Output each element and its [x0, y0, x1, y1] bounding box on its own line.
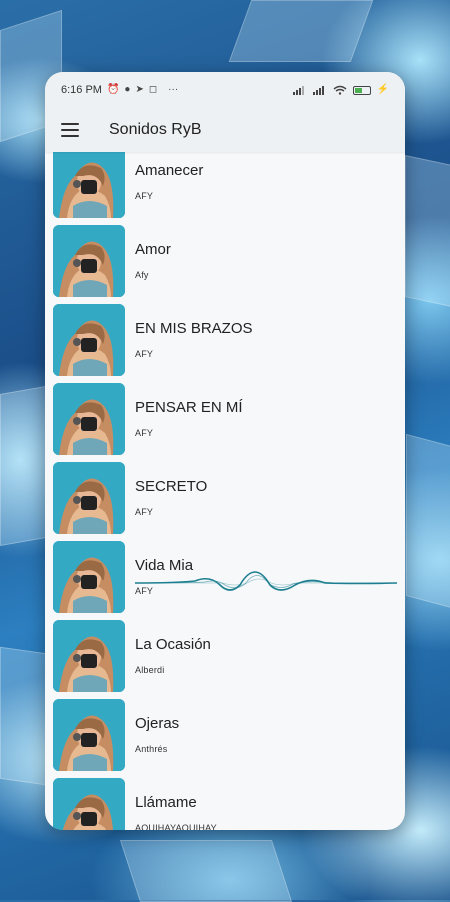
song-item[interactable]: Amanecer AFY: [45, 152, 405, 221]
charging-icon: ⚡: [376, 84, 389, 95]
song-title: Vida Mia: [135, 557, 194, 574]
signal-icon: [292, 86, 304, 95]
song-artist: Afy: [135, 270, 149, 280]
song-artist: AFY: [135, 428, 154, 438]
song-item[interactable]: Vida Mia AFY: [45, 537, 405, 616]
song-item[interactable]: Llámame AQUIHAYAQUIHAY: [45, 774, 405, 830]
alarm-icon: ⏰: [106, 84, 120, 95]
song-thumbnail: [53, 152, 125, 218]
chat-icon: ●: [124, 84, 131, 95]
song-artist: AQUIHAYAQUIHAY: [135, 823, 217, 830]
album-art: [53, 461, 125, 534]
album-art: [53, 152, 125, 218]
battery-icon: [352, 85, 371, 95]
menu-icon[interactable]: [61, 123, 79, 137]
song-thumbnail: [53, 303, 125, 376]
album-art: [53, 303, 125, 376]
song-item[interactable]: Ojeras Anthrés: [45, 695, 405, 774]
instagram-icon: ◻: [148, 84, 158, 95]
signal-icon: [312, 86, 324, 95]
album-art: [53, 382, 125, 455]
album-art: [53, 540, 125, 613]
phone-screen: 6:16 PM ⏰ ● ➤ ◻ ··· ⚡ Sonidos RyB Amanec…: [45, 72, 405, 830]
background-crystal: [0, 385, 46, 547]
song-thumbnail: [53, 540, 125, 613]
song-title: Llámame: [135, 794, 197, 811]
song-title: SECRETO: [135, 478, 208, 495]
song-artist: AFY: [135, 349, 154, 359]
telegram-icon: ➤: [135, 84, 144, 95]
app-bar: Sonidos RyB: [45, 108, 405, 152]
song-title: La Ocasión: [135, 636, 211, 653]
song-thumbnail: [53, 224, 125, 297]
song-title: Amanecer: [135, 162, 204, 179]
wifi-icon: [333, 85, 347, 95]
song-title: EN MIS BRAZOS: [135, 320, 253, 337]
song-list[interactable]: Amanecer AFY Amor Afy EN MIS BRAZOS AFY …: [45, 152, 405, 830]
song-title: PENSAR EN MÍ: [135, 399, 243, 416]
background-crystal: [119, 840, 293, 902]
song-thumbnail: [53, 698, 125, 771]
song-artist: AFY: [135, 586, 154, 596]
more-icon: ···: [168, 84, 179, 95]
song-thumbnail: [53, 777, 125, 830]
song-item[interactable]: SECRETO AFY: [45, 458, 405, 537]
album-art: [53, 619, 125, 692]
app-title: Sonidos RyB: [109, 121, 202, 138]
song-item[interactable]: PENSAR EN MÍ AFY: [45, 379, 405, 458]
song-thumbnail: [53, 382, 125, 455]
status-time: 6:16 PM: [61, 84, 102, 96]
song-title: Amor: [135, 241, 171, 258]
song-thumbnail: [53, 619, 125, 692]
song-item[interactable]: EN MIS BRAZOS AFY: [45, 300, 405, 379]
background-crystal: [405, 155, 450, 307]
song-artist: Alberdi: [135, 665, 165, 675]
song-item[interactable]: Amor Afy: [45, 221, 405, 300]
song-item[interactable]: La Ocasión Alberdi: [45, 616, 405, 695]
album-art: [53, 698, 125, 771]
song-thumbnail: [53, 461, 125, 534]
song-artist: Anthrés: [135, 744, 168, 754]
background-crystal: [228, 0, 374, 62]
status-bar: 6:16 PM ⏰ ● ➤ ◻ ··· ⚡: [45, 72, 405, 108]
song-artist: AFY: [135, 191, 154, 201]
song-title: Ojeras: [135, 715, 180, 732]
album-art: [53, 777, 125, 830]
background-crystal: [0, 646, 46, 786]
album-art: [53, 224, 125, 297]
background-crystal: [406, 433, 450, 609]
song-artist: AFY: [135, 507, 154, 517]
